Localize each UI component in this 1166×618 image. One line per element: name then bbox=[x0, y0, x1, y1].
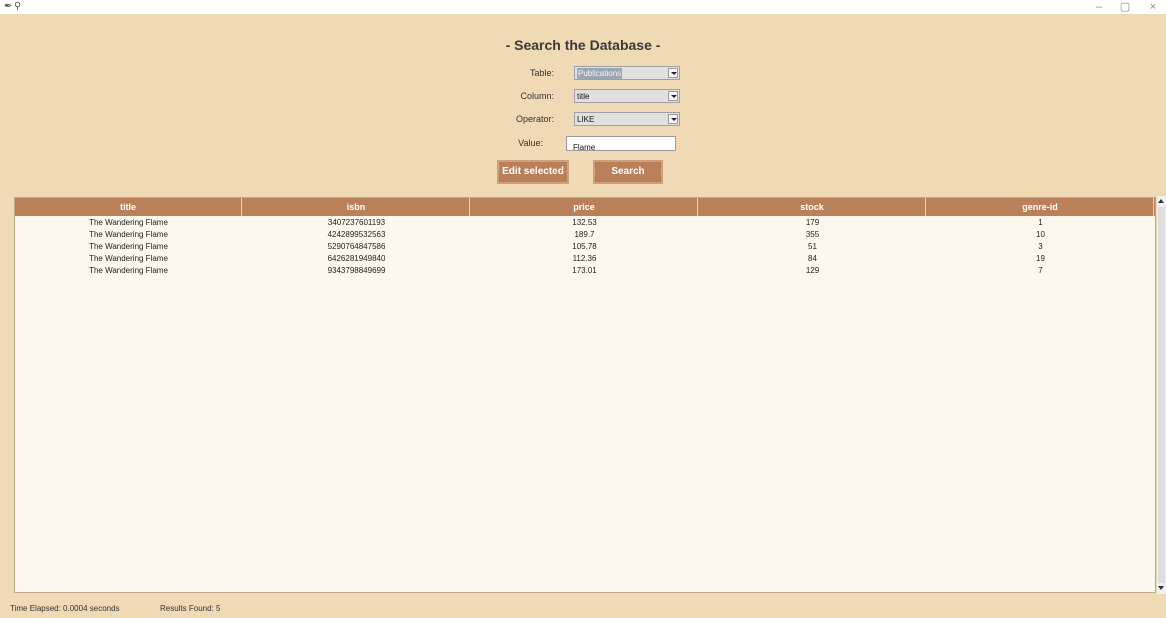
value-input-wrap bbox=[566, 136, 676, 154]
form-row-table: Table: Publications bbox=[0, 66, 1166, 82]
table-cell: 5290764847586 bbox=[327, 242, 386, 251]
table-select[interactable]: Publications bbox=[574, 66, 680, 80]
table-cell: 51 bbox=[808, 242, 817, 251]
maximize-button[interactable]: ▢ bbox=[1112, 0, 1138, 14]
form-row-value: Value: bbox=[0, 136, 1166, 154]
search-button[interactable]: Search bbox=[593, 160, 663, 184]
table-label: Table: bbox=[529, 68, 554, 78]
table-row[interactable]: The Wandering Flame 6426281949840 112.36 84… bbox=[15, 253, 1155, 265]
column-header-0[interactable]: title bbox=[15, 198, 242, 216]
time-elapsed-status: Time Elapsed: 0.0004 seconds bbox=[10, 604, 120, 613]
table-cell: 10 bbox=[1036, 230, 1045, 239]
scroll-up-icon[interactable] bbox=[1157, 196, 1166, 205]
table-row[interactable]: The Wandering Flame 5290764847586 105.78 51… bbox=[15, 241, 1155, 253]
value-input[interactable] bbox=[567, 141, 675, 154]
table-cell: 189.7 bbox=[574, 230, 595, 239]
chevron-down-icon[interactable] bbox=[668, 114, 678, 124]
vertical-scrollbar[interactable] bbox=[1157, 196, 1166, 594]
column-header-3[interactable]: stock bbox=[699, 198, 926, 216]
table-cell: 6426281949840 bbox=[327, 254, 386, 263]
chevron-down-icon[interactable] bbox=[668, 68, 678, 78]
table-row[interactable]: The Wandering Flame 4242899532563 189.7 355… bbox=[15, 229, 1155, 241]
form-row-operator: Operator: LIKE bbox=[0, 112, 1166, 128]
column-header-4[interactable]: genre-id bbox=[927, 198, 1154, 216]
close-button[interactable]: × bbox=[1140, 0, 1166, 14]
column-select-value: title bbox=[577, 92, 590, 101]
edit-selected-button[interactable]: Edit selected bbox=[497, 160, 569, 184]
table-cell: 179 bbox=[805, 218, 820, 227]
column-select[interactable]: title bbox=[574, 89, 680, 103]
table-cell: The Wandering Flame bbox=[89, 266, 168, 275]
title-bar: ✒ ⚲ – ▢ × bbox=[0, 0, 1166, 14]
table-cell: 7 bbox=[1038, 266, 1043, 275]
table-cell: 355 bbox=[805, 230, 820, 239]
table-body: The Wandering Flame 3407237601193 132.53 17… bbox=[15, 217, 1155, 277]
table-header: title isbn price stock genre-id bbox=[15, 198, 1155, 216]
feather-icon: ✒ bbox=[4, 1, 13, 12]
column-header-2[interactable]: price bbox=[471, 198, 698, 216]
results-table[interactable]: title isbn price stock genre-id The Wanderin… bbox=[14, 197, 1156, 593]
table-cell: The Wandering Flame bbox=[89, 218, 168, 227]
scrollbar-thumb[interactable] bbox=[1158, 207, 1165, 583]
operator-select-value: LIKE bbox=[577, 115, 595, 124]
column-label: Column: bbox=[520, 91, 554, 101]
table-cell: 105.78 bbox=[572, 242, 597, 251]
table-select-value: Publications bbox=[577, 68, 623, 79]
table-cell: 84 bbox=[808, 254, 817, 263]
page-title: - Search the Database - bbox=[505, 37, 661, 53]
table-cell: 3 bbox=[1038, 242, 1043, 251]
table-cell: 3407237601193 bbox=[327, 218, 386, 227]
table-cell: 129 bbox=[805, 266, 820, 275]
results-found-status: Results Found: 5 bbox=[160, 604, 221, 613]
table-cell: 4242899532563 bbox=[327, 230, 386, 239]
minimize-button[interactable]: – bbox=[1086, 0, 1112, 14]
table-cell: The Wandering Flame bbox=[89, 254, 168, 263]
table-row[interactable]: The Wandering Flame 3407237601193 132.53 17… bbox=[15, 217, 1155, 229]
table-cell: The Wandering Flame bbox=[89, 230, 168, 239]
operator-label: Operator: bbox=[515, 114, 554, 124]
scroll-down-icon[interactable] bbox=[1157, 584, 1166, 593]
table-cell: 132.53 bbox=[572, 218, 597, 227]
value-label: Value: bbox=[518, 138, 543, 148]
table-cell: 19 bbox=[1036, 254, 1045, 263]
table-cell: 173.01 bbox=[572, 266, 597, 275]
table-cell: The Wandering Flame bbox=[89, 242, 168, 251]
table-cell: 112.36 bbox=[572, 254, 597, 263]
table-row[interactable]: The Wandering Flame 9343798849699 173.01 12… bbox=[15, 265, 1155, 277]
operator-select[interactable]: LIKE bbox=[574, 112, 680, 126]
pin-icon: ⚲ bbox=[14, 1, 22, 12]
column-header-1[interactable]: isbn bbox=[243, 198, 470, 216]
form-row-column: Column: title bbox=[0, 89, 1166, 105]
table-cell: 9343798849699 bbox=[327, 266, 386, 275]
chevron-down-icon[interactable] bbox=[668, 91, 678, 101]
table-cell: 1 bbox=[1038, 218, 1043, 227]
